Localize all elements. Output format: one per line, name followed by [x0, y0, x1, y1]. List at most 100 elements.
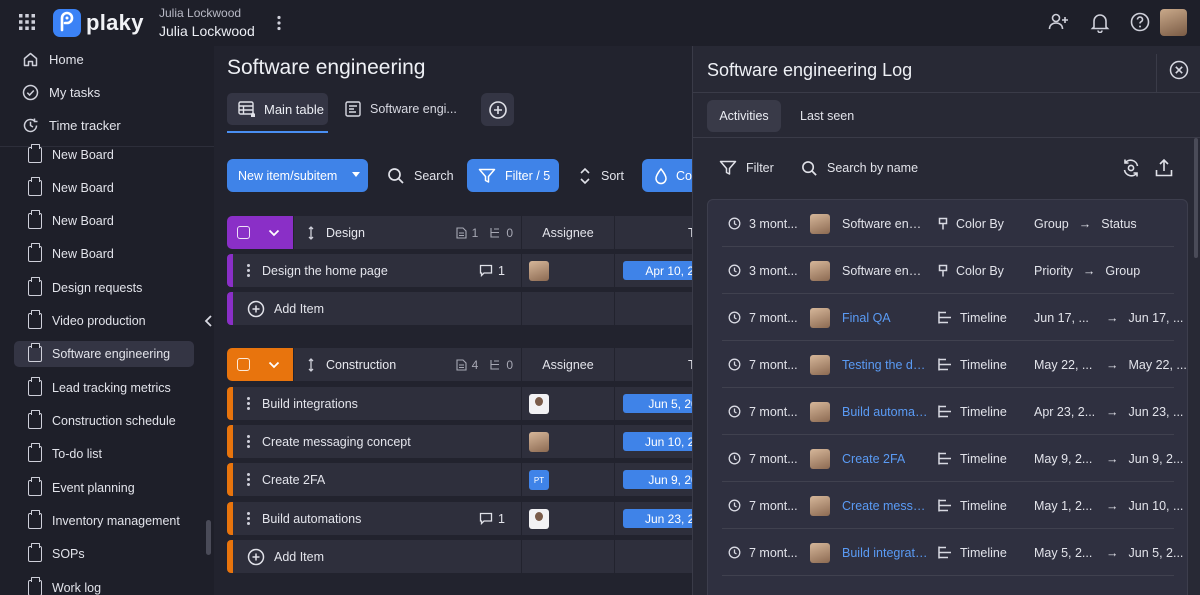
comment-count[interactable]: 1: [479, 254, 505, 287]
sidebar-board-new-board-2[interactable]: New Board: [14, 175, 194, 201]
assignee-cell[interactable]: [521, 425, 614, 458]
add-view-button[interactable]: [481, 93, 514, 126]
timeline-cell[interactable]: Jun 23, 20: [614, 502, 692, 535]
group-design-name[interactable]: Design 1 0: [294, 216, 521, 249]
dropdown-caret-icon[interactable]: [352, 172, 360, 177]
user-avatar[interactable]: [1160, 9, 1187, 36]
export-icon[interactable]: [1153, 157, 1175, 179]
row-menu-icon[interactable]: [247, 435, 250, 448]
timeline-column-header[interactable]: T: [614, 348, 696, 381]
sidebar-board-inventory-management[interactable]: Inventory management: [14, 508, 194, 534]
sidebar-board-new-board-1[interactable]: New Board: [14, 142, 194, 168]
tab-last-seen[interactable]: Last seen: [800, 100, 854, 132]
bell-icon[interactable]: [1089, 11, 1111, 33]
sidebar-board-lead-tracking-metrics[interactable]: Lead tracking metrics: [14, 375, 194, 401]
chevron-down-icon[interactable]: [268, 361, 280, 369]
activity-item-link[interactable]: Create 2FA: [842, 435, 928, 482]
table-row-create-messaging-concept[interactable]: Create messaging concept: [233, 425, 521, 458]
activity-item[interactable]: Software engi...: [842, 200, 928, 247]
drag-handle-icon[interactable]: [308, 357, 314, 372]
sidebar-board-event-planning[interactable]: Event planning: [14, 475, 194, 501]
sidebar-item-time-tracker[interactable]: Time tracker: [22, 113, 121, 137]
activity-row[interactable]: 7 mont... Create 2FA Timeline May 9, 2..…: [722, 435, 1183, 482]
activity-item[interactable]: Software engi...: [842, 247, 928, 294]
add-item-design-button[interactable]: Add Item: [233, 292, 521, 325]
group-select-checkbox[interactable]: [237, 226, 250, 239]
sidebar-scrollbar[interactable]: [206, 520, 211, 555]
assignee-cell[interactable]: [521, 502, 614, 535]
sort-button[interactable]: Sort: [578, 159, 624, 192]
panel-scrollbar[interactable]: [1194, 138, 1198, 258]
help-icon[interactable]: [1129, 11, 1151, 33]
activity-row[interactable]: 7 mont... Final QA Timeline Jun 17, ... →…: [722, 294, 1183, 341]
timeline-pill: Jun 5, 20: [623, 394, 692, 413]
activity-item-link[interactable]: Build automat...: [842, 388, 928, 435]
table-row-create-2fa[interactable]: Create 2FA: [233, 463, 521, 496]
assignee-cell[interactable]: PT: [521, 463, 614, 496]
filter-button[interactable]: Filter / 5: [467, 159, 559, 192]
row-menu-icon[interactable]: [247, 264, 250, 277]
timeline-cell[interactable]: Jun 10, 20: [614, 425, 692, 458]
refresh-icon[interactable]: [1120, 157, 1142, 179]
activity-row[interactable]: 7 mont... Testing the de... Timeline May…: [722, 341, 1187, 388]
comment-count[interactable]: 1: [479, 502, 505, 535]
search-button[interactable]: Search: [387, 159, 454, 192]
tab-software-engineering-form[interactable]: Software engi...: [345, 93, 457, 125]
sidebar-board-to-do-list[interactable]: To-do list: [14, 441, 194, 467]
sidebar-board-software-engineering[interactable]: Software engineering: [14, 341, 194, 367]
new-item-button[interactable]: New item/subitem: [227, 159, 368, 192]
log-filter-button[interactable]: Filter: [719, 156, 774, 180]
sidebar-board-new-board-3[interactable]: New Board: [14, 208, 194, 234]
sidebar-board-construction-schedule[interactable]: Construction schedule: [14, 408, 194, 434]
timeline-column-header[interactable]: T: [614, 216, 696, 249]
activity-item-link[interactable]: Testing the de...: [842, 341, 928, 388]
chevron-down-icon[interactable]: [268, 229, 280, 237]
activity-row[interactable]: 7 mont... Build automat... Timeline Apr …: [722, 388, 1183, 435]
activity-row[interactable]: 7 mont... Create messa... Timeline May 1…: [722, 482, 1183, 529]
close-icon[interactable]: [1169, 60, 1189, 80]
sidebar-board-new-board-4[interactable]: New Board: [14, 241, 194, 267]
sidebar-item-my-tasks[interactable]: My tasks: [22, 80, 100, 104]
table-row-build-automations[interactable]: Build automations 1: [233, 502, 521, 535]
table-row-build-integrations[interactable]: Build integrations: [233, 387, 521, 420]
row-menu-icon[interactable]: [247, 473, 250, 486]
sidebar-item-home[interactable]: Home: [22, 47, 84, 71]
timeline-cell[interactable]: Apr 10, 20: [614, 254, 692, 287]
activity-item-link[interactable]: Create messa...: [842, 482, 928, 529]
table-row-design-the-home-page[interactable]: Design the home page 1: [233, 254, 521, 287]
timeline-icon: [938, 499, 951, 512]
activity-row[interactable]: 3 mont... Software engi... Color By Grou…: [722, 200, 1174, 247]
timeline-cell[interactable]: Jun 5, 20: [614, 387, 692, 420]
activity-row[interactable]: 7 mont... Build integrati... Timeline Ma…: [722, 529, 1183, 576]
plaky-logo-icon[interactable]: [53, 9, 81, 37]
timeline-cell[interactable]: Jun 9, 20: [614, 463, 692, 496]
collapse-sidebar-icon[interactable]: [200, 312, 218, 330]
sort-icon: [580, 167, 590, 184]
assignee-column-header[interactable]: Assignee: [521, 216, 614, 249]
tab-activities[interactable]: Activities: [707, 100, 781, 132]
sidebar-board-design-requests[interactable]: Design requests: [14, 275, 194, 301]
assignee-column-header[interactable]: Assignee: [521, 348, 614, 381]
sidebar-board-work-log[interactable]: Work log: [14, 575, 194, 595]
sidebar-board-sops[interactable]: SOPs: [14, 541, 194, 567]
sidebar-board-video-production[interactable]: Video production: [14, 308, 194, 334]
app-logo-text[interactable]: plaky: [86, 10, 144, 36]
group-construction-name[interactable]: Construction 4 0: [294, 348, 521, 381]
row-menu-icon[interactable]: [247, 512, 250, 525]
invite-user-icon[interactable]: [1047, 11, 1069, 33]
add-item-construction-button[interactable]: Add Item: [233, 540, 521, 573]
workspace-name[interactable]: Julia Lockwood: [159, 23, 255, 39]
workspace-menu-icon[interactable]: [270, 14, 288, 32]
activity-row[interactable]: 3 mont... Software engi... Color By Prio…: [722, 247, 1174, 294]
apps-grid-icon[interactable]: [19, 14, 35, 30]
assignee-cell[interactable]: [521, 254, 614, 287]
drag-handle-icon[interactable]: [308, 225, 314, 240]
activity-item-link[interactable]: Build integrati...: [842, 529, 928, 576]
subitem-count: 0: [506, 357, 513, 372]
log-search-input[interactable]: Search by name: [801, 156, 918, 180]
group-select-checkbox[interactable]: [237, 358, 250, 371]
tab-main-table[interactable]: Main table: [227, 93, 328, 125]
activity-item-link[interactable]: Final QA: [842, 294, 928, 341]
assignee-cell[interactable]: [521, 387, 614, 420]
row-menu-icon[interactable]: [247, 397, 250, 410]
